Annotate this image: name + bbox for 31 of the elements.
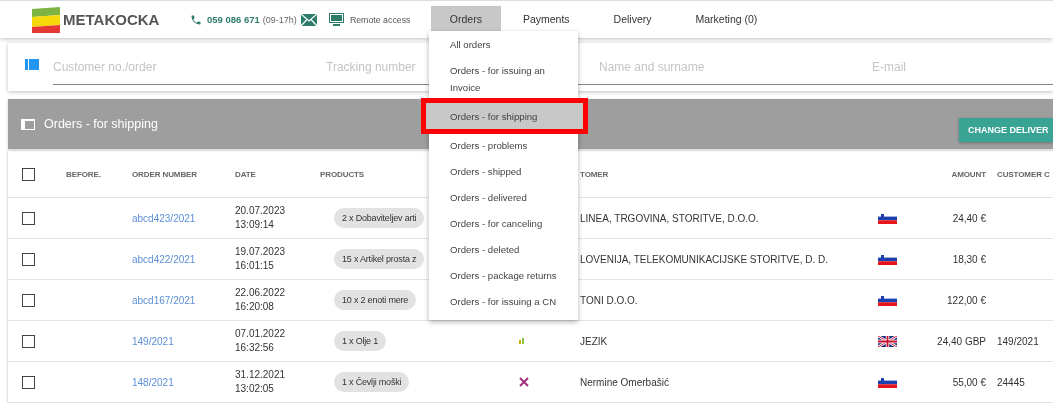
order-time: 16:01:15 xyxy=(235,259,274,273)
customer-name: Nermine Omerbašić xyxy=(580,376,669,388)
order-time: 16:20:08 xyxy=(235,300,274,314)
product-chip: 2 x Dobaviteljev arti xyxy=(334,208,425,228)
amount: 55,00 € xyxy=(952,376,986,388)
order-date: 19.07.2023 xyxy=(235,245,286,259)
order-date: 07.01.2022 xyxy=(235,327,286,341)
order-time: 13:02:05 xyxy=(235,382,274,396)
order-time: 16:32:56 xyxy=(235,341,274,355)
product-chip: 1 x Čevlji moški xyxy=(334,372,410,392)
amount: 122,00 € xyxy=(947,294,986,306)
amount: 24,40 € xyxy=(952,212,986,224)
customer-name: LOVENIJA, TELEKOMUNIKACIJSKE STORITVE, D. D. xyxy=(580,253,829,265)
panel-title: Orders - for shipping xyxy=(44,117,158,131)
customer-name: TONI D.O.O. xyxy=(580,294,638,306)
order-date: 20.07.2023 xyxy=(235,204,286,218)
order-time: 13:09:14 xyxy=(235,218,274,232)
product-chip: 1 x Olje 1 xyxy=(334,331,387,351)
customer-name: JEZIK xyxy=(580,335,608,347)
customer-code: 24445 xyxy=(997,376,1025,388)
phone-hours: (09-17h) xyxy=(262,14,297,25)
phone-number: 059 086 671 xyxy=(207,14,260,25)
amount: 24,40 GBP xyxy=(937,335,986,347)
customer-name: LINEA, TRGOVINA, STORITVE, D.O.O. xyxy=(580,212,759,224)
product-chip: 15 x Artikel prosta z xyxy=(334,249,425,269)
logo-text: METAKOCKA xyxy=(63,11,160,28)
amount: 18,30 € xyxy=(952,253,986,265)
order-date: 31.12.2021 xyxy=(235,368,286,382)
order-date: 22.06.2022 xyxy=(235,286,286,300)
customer-code: 149/2021 xyxy=(997,335,1039,347)
product-chip: 10 x 2 enoti mere xyxy=(334,290,417,310)
